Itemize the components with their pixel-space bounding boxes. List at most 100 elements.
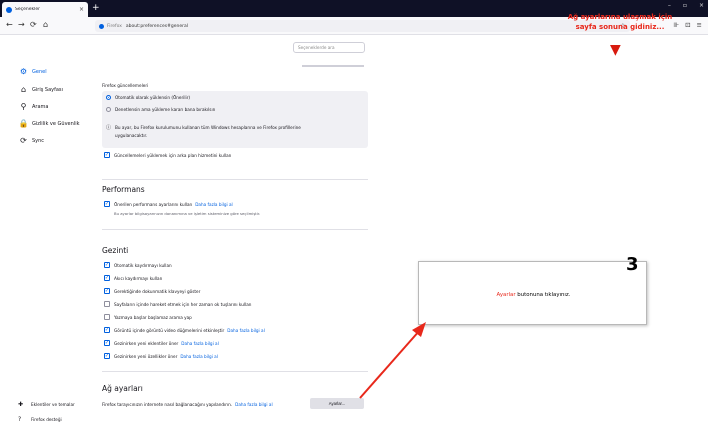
callout-rest: butonuna tıklayınız. [515,292,571,298]
sidebar-icon[interactable]: ⊡ [685,21,690,29]
recommended-performance-checkbox[interactable]: ✓ Önerilen performans ayarlarını kullan … [104,201,233,207]
restore-icon[interactable]: ▫ [683,2,687,9]
minimize-icon[interactable]: – [668,2,671,9]
browsing-option[interactable]: ✓ Otomatik kaydırmayı kullan [104,262,172,268]
checkbox[interactable] [104,314,110,320]
section-divider [102,371,368,372]
checkbox-label: Gerektiğinde dokunmatik klavyeyi göster [114,288,201,294]
network-heading: Ağ ayarları [102,384,143,393]
learn-more-link[interactable]: Daha fazla bilgi al [181,341,219,346]
checkbox-label: Akıcı kaydırmayı kullan [114,275,163,281]
radio-selected[interactable] [106,95,111,100]
checkbox[interactable]: ✓ [104,288,110,294]
firefox-icon [99,23,104,29]
tab-settings[interactable]: Seçenekler × [2,2,88,17]
radio-unselected[interactable] [106,107,111,112]
preferences-page: Seçeneklerde ara ⚙ Genel ⌂ Giriş Sayfası… [0,35,708,434]
checkbox-label: Otomatik kaydırmayı kullan [114,262,172,268]
url-bar[interactable]: Firefox about:preferences#general ☆ [95,20,630,32]
url-text: about:preferences#general [125,23,188,29]
update-auto-radio[interactable]: Otomatik olarak yüklensin (Önerilir) [106,95,190,100]
browsing-option[interactable]: ✓ Görüntü içinde görüntü video düğmeleri… [104,327,265,333]
update-check-radio[interactable]: Denetlensin ama yükleme kararı bana bıra… [106,107,215,112]
browsing-option[interactable]: Yazmaya başlar başlamaz arama yap [104,314,192,320]
callout-text: Ayarlar butonuna tıklayınız. [419,292,648,298]
callout-highlight: Ayarlar [496,292,516,298]
checkbox-label: Gezinirken yeni eklentiler öner [114,340,179,346]
browsing-heading: Gezinti [102,246,129,255]
checkbox[interactable]: ✓ [104,340,110,346]
radio-label: Otomatik olarak yüklensin (Önerilir) [115,95,191,100]
checkbox[interactable] [104,301,110,307]
learn-more-link[interactable]: Daha fazla bilgi al [180,354,218,359]
home-icon[interactable]: ⌂ [43,20,48,29]
sidebar-item-addons[interactable]: ✚ Eklentiler ve temalar [18,401,75,408]
reload-icon[interactable]: ⟳ [30,20,37,29]
annotation-line: sayfa sonuna gidiniz... [575,22,665,31]
step-callout: 3 Ayarlar butonuna tıklayınız. [418,254,648,325]
checkbox[interactable]: ✓ [104,327,110,333]
sidebar-item-label: Sync [32,137,45,144]
checkbox-label: Görüntü içinde görüntü video düğmelerini… [114,327,225,333]
sidebar-item-label: Gizlilik ve Güvenlik [32,120,80,127]
annotation-scroll-hint: Ağ ayarlarına ulaşmak için sayfa sonuna … [555,13,685,32]
sidebar-item-home[interactable]: ⌂ Giriş Sayfası [18,85,63,94]
window-controls: – ▫ × [668,2,704,9]
sidebar-item-support[interactable]: ? Firefox desteği [18,416,62,423]
back-icon[interactable]: ← [6,20,13,29]
sidebar-item-label: Firefox desteği [31,417,62,422]
preferences-search-input[interactable]: Seçeneklerde ara [293,42,365,53]
learn-more-link[interactable]: Daha fazla bilgi al [227,328,265,333]
performance-note: Bu ayarlar bilgisayarınızın donanımına v… [114,211,261,216]
forward-icon[interactable]: → [18,20,25,29]
sidebar-item-label: Giriş Sayfası [32,86,63,93]
updates-info: ⓘ Bu ayar, bu Firefox kurulumunu kullana… [106,124,301,131]
checkbox[interactable]: ✓ [104,353,110,359]
section-divider [102,179,368,180]
down-arrow-icon: ▼ [610,42,621,58]
checkbox-label: Gezinirken yeni özellikler öner [114,353,178,359]
sidebar-item-label: Eklentiler ve temalar [31,402,75,407]
close-window-icon[interactable]: × [699,2,704,9]
sidebar-item-search[interactable]: ⚲ Arama [18,102,49,111]
radio-label: Denetlensin ama yükleme kararı bana bıra… [115,107,216,112]
sidebar-item-privacy[interactable]: 🔒 Gizlilik ve Güvenlik [18,119,80,128]
checkbox[interactable]: ✓ [104,201,110,207]
sidebar-item-label: Arama [32,103,49,110]
search-icon: ⚲ [20,102,27,111]
sync-icon: ⟳ [20,136,27,145]
browsing-option[interactable]: ✓ Gezinirken yeni özellikler öner Daha f… [104,353,218,359]
checkbox-label: Yazmaya başlar başlamaz arama yap [114,314,192,320]
close-tab-icon[interactable]: × [79,6,84,13]
sidebar-item-general[interactable]: ⚙ Genel [18,67,47,76]
updates-info-text: Bu ayar, bu Firefox kurulumunu kullanan … [115,125,301,130]
sidebar-item-sync[interactable]: ⟳ Sync [18,136,44,145]
section-divider [102,229,368,230]
network-settings-button[interactable]: Ayarlar... [310,398,364,409]
checkbox-label: Güncellemeleri yüklemek için arka plan h… [114,152,232,158]
browsing-option[interactable]: ✓ Gerektiğinde dokunmatik klavyeyi göste… [104,288,200,294]
gear-icon: ⚙ [19,67,28,76]
new-tab-button[interactable]: + [92,3,100,13]
gear-icon [6,6,12,13]
puzzle-icon: ✚ [18,401,24,408]
checkbox-label: Sayfaların içinde hareket etmek için her… [114,301,252,307]
network-description: Firefox tarayıcınızın internete nasıl ba… [102,402,233,407]
step-number: 3 [626,254,639,275]
browsing-option[interactable]: ✓ Gezinirken yeni eklentiler öner Daha f… [104,340,219,346]
checkbox[interactable]: ✓ [104,262,110,268]
learn-more-link[interactable]: Daha fazla bilgi al [235,402,273,407]
sidebar-item-label: Genel [32,68,47,75]
background-service-checkbox[interactable]: ✓ Güncellemeleri yüklemek için arka plan… [104,152,231,158]
menu-icon[interactable]: ≡ [697,21,702,29]
lock-icon: 🔒 [18,119,29,128]
browsing-option[interactable]: ✓ Akıcı kaydırmayı kullan [104,275,162,281]
tab-title: Seçenekler [15,7,40,12]
checkbox[interactable]: ✓ [104,275,110,281]
screenshot-root: Seçenekler × + – ▫ × ← → ⟳ ⌂ Firefox abo… [0,0,708,434]
learn-more-link[interactable]: Daha fazla bilgi al [195,202,233,207]
info-icon: ⓘ [106,125,112,131]
browsing-option[interactable]: Sayfaların içinde hareket etmek için her… [104,301,251,307]
updates-heading: Firefox güncellemeleri [102,83,149,88]
checkbox[interactable]: ✓ [104,152,110,158]
